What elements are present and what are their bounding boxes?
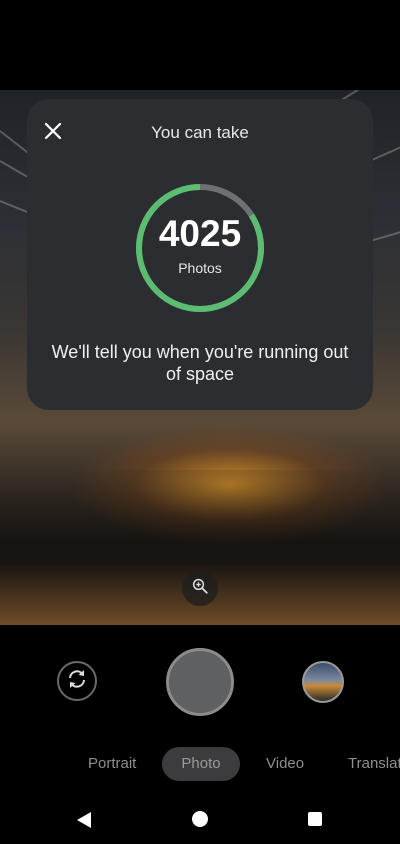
mode-photo[interactable]: Photo: [162, 747, 240, 781]
storage-message: We'll tell you when you're running out o…: [51, 342, 349, 384]
recents-icon[interactable]: [308, 812, 322, 826]
switch-camera-icon: [65, 667, 89, 696]
back-icon[interactable]: [76, 811, 92, 834]
mode-translate[interactable]: Translat: [348, 747, 400, 781]
system-nav-bar: [0, 800, 400, 844]
storage-count-group: 4025 Photos: [133, 181, 267, 315]
mode-portrait[interactable]: Portrait: [88, 747, 136, 781]
photo-count-unit: Photos: [178, 259, 222, 276]
home-icon[interactable]: [192, 811, 208, 827]
shutter-button[interactable]: [166, 648, 234, 716]
photo-count: 4025: [158, 212, 242, 254]
switch-camera-button[interactable]: [57, 661, 97, 701]
dialog-title: You can take: [151, 123, 249, 142]
zoom-button[interactable]: [182, 570, 218, 606]
mode-selector: Portrait Photo Video Translat: [0, 747, 400, 781]
zoom-in-icon: [191, 577, 209, 600]
last-photo-thumbnail[interactable]: [302, 661, 344, 703]
storage-dialog: You can take 4025 Photos We'll tell you …: [27, 99, 373, 410]
mode-video[interactable]: Video: [266, 747, 304, 781]
